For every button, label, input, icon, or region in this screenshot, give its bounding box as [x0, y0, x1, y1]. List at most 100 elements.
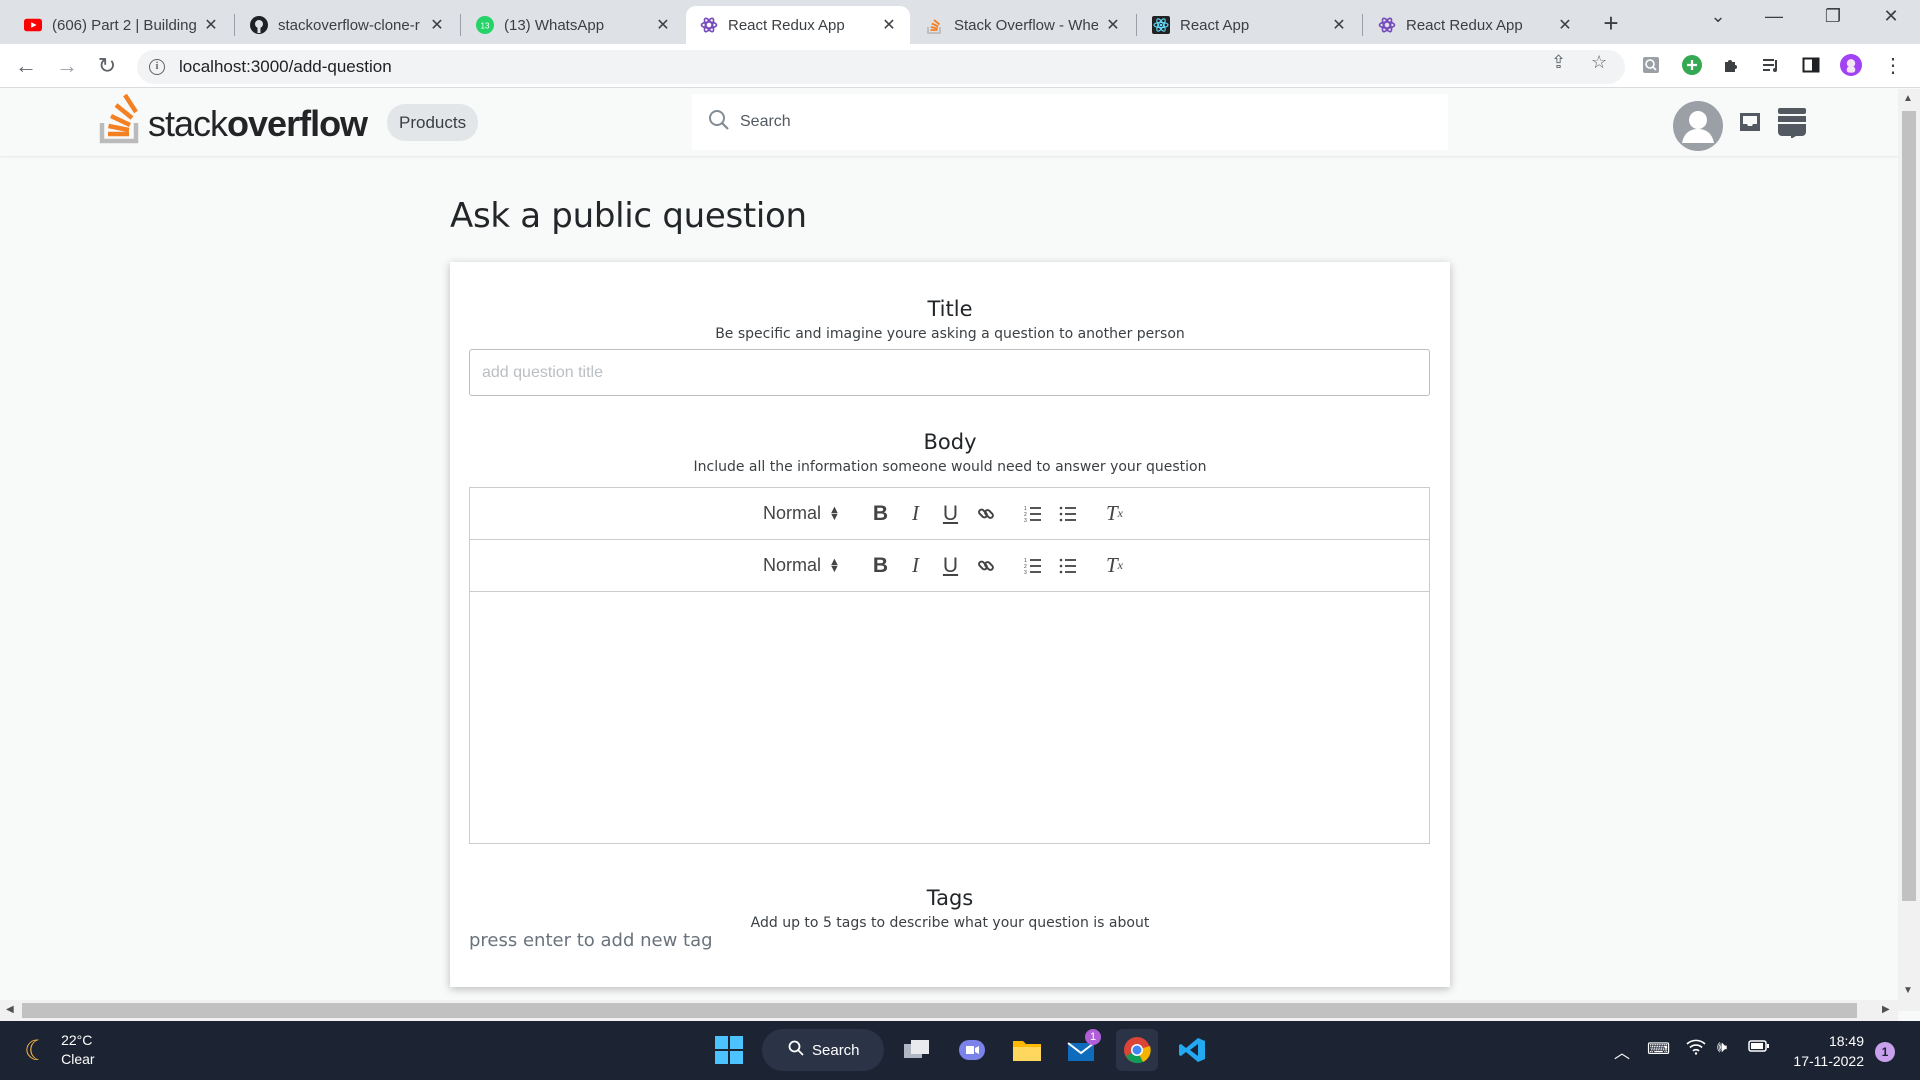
- tab-close-icon[interactable]: ✕: [1330, 15, 1348, 35]
- keyboard-icon[interactable]: ⌨: [1647, 1039, 1670, 1059]
- tab-close-icon[interactable]: ✕: [1556, 15, 1574, 35]
- tags-input[interactable]: press enter to add new tag: [469, 930, 713, 951]
- teams-chat-icon[interactable]: [951, 1029, 993, 1071]
- chrome-menu-icon[interactable]: ⋮: [1882, 54, 1904, 77]
- horizontal-scroll-thumb[interactable]: [22, 1003, 1857, 1018]
- task-view-icon[interactable]: [896, 1029, 938, 1071]
- address-bar[interactable]: i localhost:3000/add-question: [137, 50, 1625, 84]
- tab-close-icon[interactable]: ✕: [202, 15, 220, 35]
- link-icon[interactable]: [968, 551, 1003, 581]
- bullet-list-icon[interactable]: [1050, 551, 1085, 581]
- tab-github[interactable]: stackoverflow-clone-r ✕: [236, 6, 458, 44]
- link-icon[interactable]: [968, 499, 1003, 529]
- tab-search-chevron-icon[interactable]: ⌄: [1698, 6, 1738, 27]
- start-button[interactable]: [708, 1029, 750, 1071]
- tab-close-icon[interactable]: ✕: [654, 15, 672, 35]
- minimize-button[interactable]: —: [1754, 6, 1794, 27]
- bold-icon[interactable]: B: [863, 499, 898, 529]
- horizontal-scrollbar[interactable]: ◀ ▶: [0, 1000, 1898, 1021]
- tab-title: React Redux App: [1406, 16, 1523, 34]
- volume-icon[interactable]: 🕪: [1717, 1039, 1727, 1057]
- back-button[interactable]: ←: [12, 53, 40, 79]
- restore-button[interactable]: ❐: [1813, 6, 1853, 27]
- svg-text:3: 3: [1024, 570, 1027, 574]
- wifi-icon[interactable]: [1686, 1039, 1706, 1060]
- tab-react-redux-app-active[interactable]: React Redux App ✕: [686, 6, 910, 44]
- italic-icon[interactable]: I: [898, 499, 933, 529]
- list-button-group: 123: [1015, 499, 1085, 529]
- tab-react-redux-app-2[interactable]: React Redux App ✕: [1364, 6, 1586, 44]
- share-icon[interactable]: ⇪: [1551, 52, 1566, 73]
- redux-icon: [700, 16, 718, 34]
- select-arrows-icon: ▲ ▼: [829, 555, 840, 575]
- vscode-icon[interactable]: [1171, 1029, 1213, 1071]
- vertical-scroll-thumb[interactable]: [1902, 111, 1916, 901]
- notification-badge[interactable]: 1: [1875, 1042, 1895, 1062]
- site-info-icon[interactable]: i: [149, 59, 165, 75]
- scroll-up-arrow-icon[interactable]: ▲: [1903, 93, 1913, 104]
- header-format-select[interactable]: Normal ▲ ▼: [763, 555, 863, 576]
- tab-separator: [1362, 14, 1363, 36]
- new-tab-button[interactable]: +: [1598, 8, 1624, 39]
- list-button-group: 123: [1015, 551, 1085, 581]
- tab-stackoverflow[interactable]: Stack Overflow - Whe ✕: [912, 6, 1134, 44]
- underline-icon[interactable]: U: [933, 499, 968, 529]
- scroll-left-arrow-icon[interactable]: ◀: [6, 1004, 14, 1015]
- header-format-select[interactable]: Normal ▲ ▼: [763, 503, 863, 524]
- battery-icon[interactable]: [1748, 1039, 1770, 1058]
- system-clock[interactable]: 18:49 17-11-2022: [1784, 1031, 1864, 1071]
- body-rich-text-editor: Normal ▲ ▼ B I U 123 Tx Normal ▲ ▼ B I U…: [469, 487, 1430, 844]
- site-search-bar[interactable]: Search: [692, 94, 1448, 150]
- weather-widget[interactable]: ☾ 22°C Clear: [24, 1031, 95, 1069]
- logo-word-light: stack: [148, 103, 228, 144]
- clear-format-icon[interactable]: Tx: [1097, 499, 1132, 529]
- products-button[interactable]: Products: [387, 104, 479, 141]
- stack-exchange-menu-icon[interactable]: [1778, 108, 1806, 143]
- show-hidden-icons-chevron-icon[interactable]: ︿: [1614, 1039, 1630, 1063]
- format-button-group: B I U: [863, 551, 1003, 581]
- taskbar-search[interactable]: Search: [762, 1029, 884, 1071]
- question-title-input[interactable]: [469, 349, 1430, 396]
- editor-toolbar: Normal ▲ ▼ B I U 123 Tx: [470, 488, 1429, 540]
- extensions-puzzle-icon[interactable]: [1720, 54, 1742, 76]
- forward-button[interactable]: →: [53, 53, 81, 79]
- underline-icon[interactable]: U: [933, 551, 968, 581]
- title-heading: Title: [927, 297, 973, 321]
- file-explorer-icon[interactable]: [1006, 1029, 1048, 1071]
- tab-close-icon[interactable]: ✕: [880, 15, 898, 35]
- close-window-button[interactable]: ✕: [1871, 6, 1911, 27]
- bullet-list-icon[interactable]: [1050, 499, 1085, 529]
- tab-whatsapp[interactable]: 13 (13) WhatsApp ✕: [462, 6, 684, 44]
- profile-avatar-icon[interactable]: [1840, 54, 1862, 76]
- ordered-list-icon[interactable]: 123: [1015, 499, 1050, 529]
- side-panel-icon[interactable]: [1800, 54, 1822, 76]
- clear-format-icon[interactable]: Tx: [1097, 551, 1132, 581]
- extension-zoom-icon[interactable]: [1640, 54, 1662, 76]
- tags-subtitle: Add up to 5 tags to describe what your q…: [750, 915, 1150, 931]
- mail-badge: 1: [1085, 1029, 1101, 1045]
- github-icon: [250, 16, 268, 34]
- header-format-label: Normal: [763, 555, 822, 575]
- bold-icon[interactable]: B: [863, 551, 898, 581]
- search-input[interactable]: Search: [740, 113, 791, 131]
- extension-plus-icon[interactable]: [1681, 54, 1703, 76]
- tab-youtube[interactable]: (606) Part 2 | Building ✕: [10, 6, 232, 44]
- tab-close-icon[interactable]: ✕: [428, 15, 446, 35]
- mail-icon[interactable]: 1: [1061, 1029, 1103, 1071]
- inbox-icon[interactable]: [1738, 111, 1762, 138]
- user-avatar[interactable]: [1673, 101, 1723, 151]
- ordered-list-icon[interactable]: 123: [1015, 551, 1050, 581]
- body-text-area[interactable]: [470, 592, 1429, 842]
- chrome-icon[interactable]: [1116, 1029, 1158, 1071]
- logo-wordmark: stackoverflow: [148, 103, 368, 144]
- scroll-right-arrow-icon[interactable]: ▶: [1882, 1004, 1890, 1015]
- reload-button[interactable]: ↻: [93, 53, 121, 79]
- vertical-scrollbar[interactable]: ▲ ▼: [1898, 89, 1920, 1011]
- bookmark-star-icon[interactable]: ☆: [1591, 52, 1607, 73]
- media-queue-icon[interactable]: [1760, 54, 1782, 76]
- stackoverflow-logo[interactable]: stackoverflow: [98, 93, 368, 145]
- italic-icon[interactable]: I: [898, 551, 933, 581]
- tab-react-app[interactable]: React App ✕: [1138, 6, 1360, 44]
- scroll-down-arrow-icon[interactable]: ▼: [1903, 985, 1913, 996]
- tab-close-icon[interactable]: ✕: [1104, 15, 1122, 35]
